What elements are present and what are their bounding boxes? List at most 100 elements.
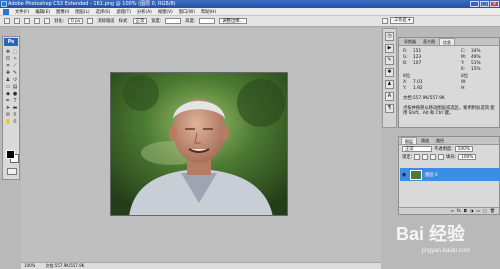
menu-analysis[interactable]: 分析(A) (137, 9, 152, 15)
refine-edge-button[interactable]: 调整边缘... (219, 18, 247, 24)
document-workspace (21, 28, 381, 262)
watermark-text: Bai 经验 (396, 223, 466, 244)
lasso-tool-icon[interactable]: ʘ (5, 56, 11, 62)
minimize-button[interactable]: _ (470, 1, 479, 7)
actions-panel-icon[interactable]: ▶ (385, 44, 394, 53)
status-bar: 100% 文档:557.9K/557.9K (21, 262, 381, 269)
marquee-tool-preset-icon[interactable] (4, 18, 10, 24)
path-selection-tool-icon[interactable]: ➤ (5, 105, 11, 111)
dodge-tool-icon[interactable]: ● (12, 91, 18, 97)
k-label: K: (461, 67, 466, 72)
gradient-tool-icon[interactable]: ▤ (12, 84, 18, 90)
y-value: 51% (471, 61, 481, 66)
marquee-tool-icon[interactable]: ⬚ (12, 49, 18, 55)
layer-mask-icon[interactable]: ◘ (464, 208, 467, 214)
clone-stamp-tool-icon[interactable]: ♟ (5, 77, 11, 83)
tool-presets-icon[interactable]: ✎ (385, 56, 394, 65)
antialias-checkbox[interactable] (87, 18, 94, 24)
info-readout: R: 151 C: 34% G: 123 M: 49% B: 107 Y: 51… (399, 46, 499, 94)
blend-mode-select[interactable]: 正常 (402, 146, 432, 152)
tab-paths[interactable]: 路径 (433, 137, 447, 144)
quick-mask-icon[interactable] (7, 168, 17, 175)
magic-wand-tool-icon[interactable]: ✧ (12, 56, 18, 62)
h-label: H: (461, 86, 466, 91)
brush-tool-icon[interactable]: ✎ (12, 70, 18, 76)
new-selection-icon[interactable] (14, 18, 20, 24)
width-label: 宽度: (151, 19, 162, 24)
blur-tool-icon[interactable]: ◆ (5, 91, 11, 97)
close-button[interactable]: × (490, 1, 499, 7)
menu-select[interactable]: 选择(S) (96, 9, 111, 15)
menu-edit[interactable]: 编辑(E) (35, 9, 50, 15)
fill-input[interactable]: 100% (458, 154, 477, 160)
lock-image-icon[interactable] (422, 154, 429, 160)
layer-row[interactable]: ◉ 图层 0 (400, 168, 500, 181)
style-select[interactable]: 正常 (132, 18, 148, 24)
tab-layers[interactable]: 图层 (401, 137, 417, 144)
adjustment-layer-icon[interactable]: ◑ (470, 208, 474, 214)
pen-tool-icon[interactable]: ✒ (5, 98, 11, 104)
tab-info[interactable]: 信息 (439, 38, 455, 45)
width-input[interactable] (165, 18, 182, 24)
history-brush-tool-icon[interactable]: ↺ (12, 77, 18, 83)
maximize-button[interactable]: □ (480, 1, 489, 7)
tab-channels[interactable]: 通道 (418, 137, 432, 144)
y-label: Y: (461, 61, 465, 66)
new-group-icon[interactable]: ▭ (476, 208, 480, 214)
add-selection-icon[interactable] (24, 18, 30, 24)
layer-thumbnail (410, 169, 422, 180)
clone-source-icon[interactable]: ♟ (385, 80, 394, 89)
style-label: 样式: (118, 19, 129, 24)
zoom-tool-icon[interactable]: ⚲ (12, 119, 18, 125)
intersect-selection-icon[interactable] (44, 18, 50, 24)
link-layers-icon[interactable]: ∞ (451, 208, 454, 214)
menu-file[interactable]: 文件(F) (15, 9, 29, 15)
r-value: 151 (413, 49, 422, 54)
paragraph-panel-icon[interactable]: ¶ (385, 104, 394, 113)
lock-all-icon[interactable] (438, 154, 445, 160)
status-doc-size[interactable]: 文档:557.9K/557.9K (45, 263, 84, 269)
workspace-controls: 工作区 ▾ (382, 17, 415, 24)
lock-transparent-icon[interactable] (414, 154, 421, 160)
lock-label: 锁定: (402, 155, 413, 160)
crop-tool-icon[interactable]: ⌗ (5, 63, 11, 69)
lock-position-icon[interactable] (430, 154, 437, 160)
delete-layer-icon[interactable]: 🗑 (490, 208, 495, 214)
menu-view[interactable]: 视图(V) (158, 9, 173, 15)
coord-y-label: Y: (403, 86, 407, 91)
eyedropper-tool-icon[interactable]: ⚲ (12, 112, 18, 118)
slice-tool-icon[interactable]: ⟋ (12, 63, 18, 69)
brushes-panel-icon[interactable]: ✱ (385, 68, 394, 77)
tab-histogram[interactable]: 直方图 (420, 38, 438, 45)
layer-style-icon[interactable]: fx (457, 208, 461, 214)
info-panel-tabs: 导航器 直方图 信息 (399, 38, 499, 46)
height-input[interactable] (199, 18, 216, 24)
menu-help[interactable]: 帮助(H) (201, 9, 216, 15)
menu-image[interactable]: 图像(I) (56, 9, 69, 15)
feather-input[interactable]: 0 px (68, 18, 84, 24)
foreground-color-swatch[interactable] (6, 150, 15, 159)
bridge-icon[interactable] (382, 17, 388, 24)
document-canvas-photo[interactable] (110, 72, 288, 216)
move-tool-icon[interactable]: ✥ (5, 49, 11, 55)
opacity-input[interactable]: 100% (454, 146, 473, 152)
zoom-level[interactable]: 100% (24, 263, 35, 269)
tab-navigator[interactable]: 导航器 (401, 38, 419, 45)
history-panel-icon[interactable]: ◷ (385, 32, 394, 41)
antialias-label: 消除锯齿 (97, 19, 115, 24)
workspace-button[interactable]: 工作区 ▾ (390, 17, 415, 24)
menu-filter[interactable]: 滤镜(T) (116, 9, 131, 15)
hand-tool-icon[interactable]: ✋ (5, 119, 11, 125)
healing-brush-tool-icon[interactable]: ✚ (5, 70, 11, 76)
subtract-selection-icon[interactable] (34, 18, 40, 24)
type-tool-icon[interactable]: T (12, 98, 18, 104)
notes-tool-icon[interactable]: ✉ (5, 112, 11, 118)
eraser-tool-icon[interactable]: ▭ (5, 84, 11, 90)
menu-layer[interactable]: 图层(L) (75, 9, 89, 15)
character-panel-icon[interactable]: A (385, 92, 394, 101)
eye-icon[interactable]: ◉ (402, 172, 407, 178)
menu-window[interactable]: 窗口(W) (179, 9, 195, 15)
new-layer-icon[interactable]: ▢ (483, 208, 487, 214)
shape-tool-icon[interactable]: ▬ (12, 105, 18, 111)
x-value: 7.01 (413, 80, 423, 85)
